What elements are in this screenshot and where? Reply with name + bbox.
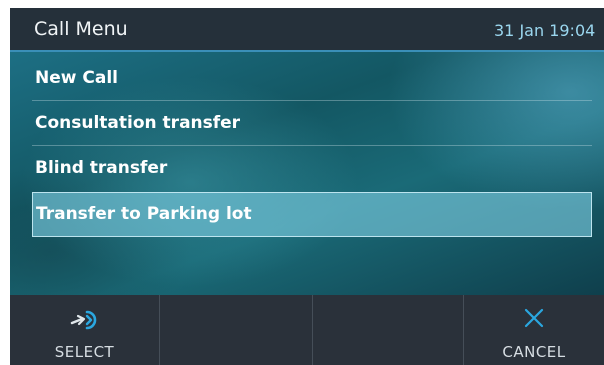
softkey-3[interactable] — [313, 295, 464, 365]
menu-item-consultation-transfer[interactable]: Consultation transfer — [32, 101, 592, 146]
phone-screen: Call Menu 31 Jan 19:04 New Call Consulta… — [10, 8, 604, 365]
softkey-2[interactable] — [160, 295, 313, 365]
softkey-bar: SELECT CANCEL — [10, 295, 604, 365]
menu-item-label: Blind transfer — [35, 158, 168, 178]
menu-item-blind-transfer[interactable]: Blind transfer — [32, 146, 592, 191]
call-menu-list: New Call Consultation transfer Blind tra… — [10, 52, 604, 295]
menu-item-label: New Call — [35, 68, 118, 88]
close-x-icon — [524, 308, 544, 328]
select-arrow-icon — [70, 310, 96, 330]
menu-item-new-call[interactable]: New Call — [32, 56, 592, 101]
header-bar: Call Menu 31 Jan 19:04 — [10, 8, 604, 52]
cancel-softkey-label: CANCEL — [502, 343, 566, 361]
menu-item-label: Consultation transfer — [35, 113, 241, 133]
select-softkey[interactable]: SELECT — [10, 295, 160, 365]
date-time: 31 Jan 19:04 — [494, 21, 596, 40]
menu-item-label: Transfer to Parking lot — [36, 204, 252, 224]
screen-title: Call Menu — [34, 18, 128, 40]
select-softkey-label: SELECT — [54, 343, 115, 361]
menu-item-transfer-to-parking-lot[interactable]: Transfer to Parking lot — [32, 192, 592, 237]
cancel-softkey[interactable]: CANCEL — [464, 295, 604, 365]
